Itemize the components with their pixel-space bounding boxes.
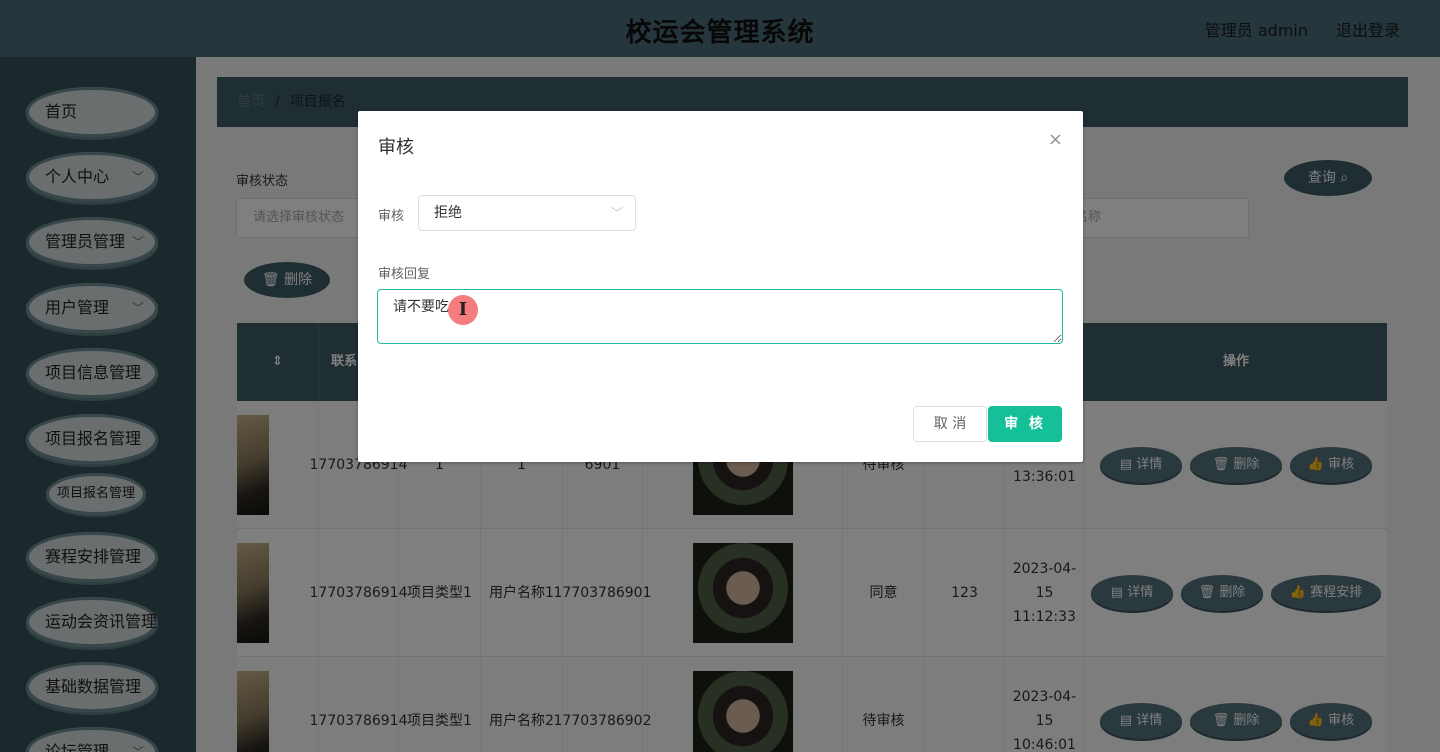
reply-textarea[interactable]: 请不要吃 [377, 289, 1063, 344]
dialog-title: 审核 [378, 137, 414, 158]
audit-select[interactable]: 拒绝 ﹀ [418, 195, 636, 231]
close-icon[interactable]: × [1048, 129, 1063, 150]
chevron-down-icon: ﹀ [610, 206, 623, 220]
audit-label: 审核 [378, 209, 405, 224]
audit-dialog: 审核 × 审核 拒绝 ﹀ 审核回复 请不要吃 取 消 审 核 [358, 111, 1083, 462]
text-cursor-icon: I [448, 295, 478, 325]
audit-select-value: 拒绝 [434, 205, 462, 221]
reply-label: 审核回复 [378, 267, 431, 282]
confirm-audit-button[interactable]: 审 核 [988, 406, 1062, 442]
cancel-button[interactable]: 取 消 [913, 406, 987, 442]
